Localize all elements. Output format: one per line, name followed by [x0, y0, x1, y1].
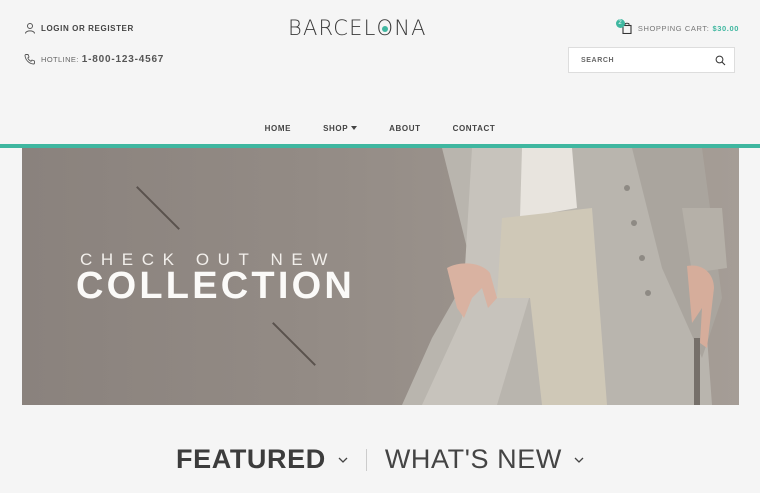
tab-divider — [365, 448, 367, 471]
cart-label: SHOPPING CART: — [637, 23, 710, 33]
hotline-number[interactable]: 1-800-123-4567 — [82, 54, 164, 65]
main-nav: HOME SHOP ABOUT CONTACT — [0, 124, 760, 133]
product-tabs: FEATURED WHAT'S NEW — [0, 444, 760, 475]
search-icon[interactable] — [715, 55, 726, 66]
tab-whats-new-label: WHAT'S NEW — [384, 444, 562, 474]
tab-whats-new[interactable]: WHAT'S NEW — [385, 444, 584, 475]
banner-headline: COLLECTION — [76, 265, 355, 307]
cart-count-badge: 2 — [615, 19, 625, 28]
site-logo[interactable]: BARCELONA — [288, 16, 427, 40]
login-register-link[interactable]: LOGIN OR REGISTER — [24, 22, 164, 34]
chevron-down-icon — [338, 457, 348, 463]
login-register-label[interactable]: LOGIN OR REGISTER — [41, 24, 134, 33]
nav-contact[interactable]: CONTACT — [453, 124, 496, 133]
logo-text-end: NA — [394, 16, 427, 40]
cart-icon: 2 — [615, 19, 632, 35]
search-box — [568, 47, 735, 73]
decor-slash-top — [136, 186, 180, 230]
logo-text-start: BARCEL — [288, 16, 377, 40]
model-image — [402, 148, 727, 405]
logo-o: O — [377, 16, 395, 40]
nav-shop[interactable]: SHOP — [323, 124, 358, 133]
caret-down-icon — [351, 126, 358, 130]
header-left: LOGIN OR REGISTER HOTLINE: 1-800-123-456… — [24, 22, 164, 65]
shopping-cart[interactable]: 2 SHOPPING CART: $30.00 — [615, 19, 739, 35]
tab-featured[interactable]: FEATURED — [176, 444, 348, 475]
hotline: HOTLINE: 1-800-123-4567 — [24, 53, 164, 65]
hotline-label: HOTLINE: — [41, 54, 79, 64]
search-input[interactable] — [569, 48, 709, 72]
cart-amount: $30.00 — [712, 23, 739, 33]
hero-banner[interactable]: CHECK OUT NEW COLLECTION — [22, 148, 739, 405]
decor-slash-bottom — [272, 322, 316, 366]
nav-shop-label: SHOP — [323, 124, 349, 133]
nav-about[interactable]: ABOUT — [389, 124, 420, 133]
phone-icon — [24, 54, 35, 65]
chevron-down-icon — [574, 457, 584, 463]
user-icon — [25, 23, 35, 34]
tab-featured-label: FEATURED — [176, 444, 326, 474]
nav-home[interactable]: HOME — [265, 124, 291, 133]
